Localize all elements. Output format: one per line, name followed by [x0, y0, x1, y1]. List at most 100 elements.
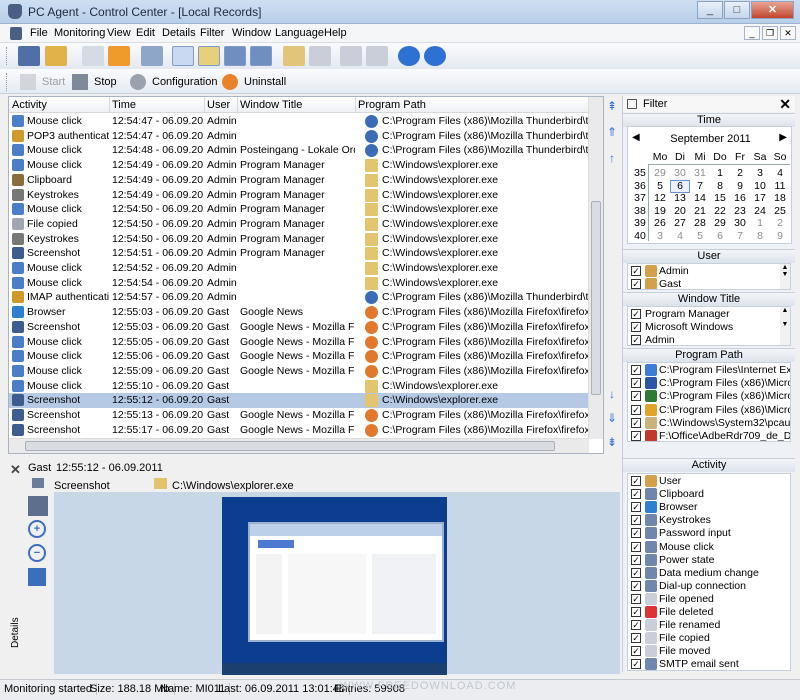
- time-section-header[interactable]: Time: [623, 113, 795, 127]
- delete-icon[interactable]: [108, 46, 130, 66]
- window-title-section-header[interactable]: Window Title: [623, 292, 795, 306]
- calendar-day[interactable]: 25: [770, 205, 790, 217]
- calendar-day[interactable]: 6: [670, 179, 690, 193]
- menu-help[interactable]: Help: [324, 27, 347, 39]
- calendar-day[interactable]: 5: [690, 230, 710, 242]
- table-row[interactable]: Mouse click 12:54:54 - 06.09.2011 Admin C:\…: [9, 276, 589, 291]
- table-row[interactable]: Mouse click 12:55:06 - 06.09.2011 Gast Goog…: [9, 349, 592, 364]
- checkbox[interactable]: ✓: [631, 476, 641, 486]
- details-icon[interactable]: [224, 46, 246, 66]
- checkbox[interactable]: ✓: [631, 417, 641, 428]
- calendar-day[interactable]: 19: [650, 205, 670, 217]
- page-down-icon[interactable]: ⇓: [606, 412, 618, 424]
- calendar-day[interactable]: 17: [750, 192, 770, 204]
- menu-view[interactable]: View: [107, 27, 131, 39]
- checkbox[interactable]: ✓: [631, 279, 641, 289]
- calendar-day[interactable]: 29: [710, 217, 730, 229]
- mdi-restore-button[interactable]: ❐: [762, 26, 778, 40]
- checkbox[interactable]: ✓: [631, 489, 641, 500]
- calendar-day[interactable]: 30: [730, 217, 750, 229]
- open-database-icon[interactable]: [18, 46, 40, 66]
- checkbox[interactable]: ✓: [631, 593, 641, 604]
- mdi-minimize-button[interactable]: _: [744, 26, 760, 40]
- table-row[interactable]: Clipboard 12:54:49 - 06.09.2011 Admin Progr…: [9, 173, 589, 188]
- checkbox[interactable]: ✓: [631, 309, 641, 319]
- calendar[interactable]: ◀ September 2011 ▶ Mo Di Mi Do Fr Sa So 35 29 30 3…: [627, 126, 792, 244]
- menu-language[interactable]: Language: [275, 27, 324, 39]
- table-row[interactable]: File copied 12:54:50 - 06.09.2011 Admin Pro…: [9, 217, 589, 232]
- calendar-day[interactable]: 2: [730, 167, 750, 179]
- filter-close-icon[interactable]: ✕: [779, 96, 791, 113]
- calendar-day[interactable]: 27: [670, 217, 690, 229]
- calendar-day[interactable]: 1: [750, 217, 770, 229]
- calendar-day[interactable]: 11: [770, 180, 790, 192]
- checkbox[interactable]: ✓: [631, 528, 641, 539]
- filter-icon[interactable]: [172, 46, 194, 66]
- calendar-day[interactable]: 22: [710, 205, 730, 217]
- checkbox[interactable]: ✓: [631, 541, 641, 552]
- checkbox[interactable]: ✓: [631, 365, 641, 375]
- configuration-button[interactable]: Configuration: [130, 73, 217, 91]
- table-row[interactable]: Mouse click 12:55:10 - 06.09.2011 Gast C:\W…: [9, 379, 589, 394]
- calendar-day[interactable]: 8: [750, 230, 770, 242]
- refresh-icon[interactable]: [250, 46, 272, 66]
- user-section-header[interactable]: User: [623, 249, 795, 263]
- menu-details[interactable]: Details: [162, 27, 196, 39]
- menu-file[interactable]: File: [30, 27, 48, 39]
- zoom-in-icon[interactable]: +: [28, 520, 46, 538]
- stop-button[interactable]: Stop: [72, 73, 117, 91]
- col-time[interactable]: Time: [112, 99, 136, 111]
- calendar-day[interactable]: 4: [770, 167, 790, 179]
- table-row[interactable]: Browser 12:55:03 - 06.09.2011 Gast Google N…: [9, 305, 592, 320]
- table-row[interactable]: Mouse click 12:55:09 - 06.09.2011 Gast Goog…: [9, 364, 592, 379]
- checkbox[interactable]: ✓: [631, 620, 641, 631]
- lightbulb-icon[interactable]: [198, 46, 220, 66]
- calendar-day[interactable]: 3: [650, 230, 670, 242]
- menu-edit[interactable]: Edit: [136, 27, 155, 39]
- calendar-day[interactable]: 12: [650, 192, 670, 204]
- zoom-out-icon[interactable]: −: [28, 544, 46, 562]
- screenshot-image[interactable]: [222, 497, 447, 675]
- calendar-day[interactable]: 15: [710, 192, 730, 204]
- export-icon[interactable]: [283, 46, 305, 66]
- calendar-day[interactable]: 20: [670, 205, 690, 217]
- mdi-close-button[interactable]: ✕: [780, 26, 796, 40]
- maximize-button[interactable]: □: [724, 1, 750, 19]
- calendar-day[interactable]: 9: [770, 230, 790, 242]
- table-row[interactable]: Screenshot 12:54:51 - 06.09.2011 Admin Prog…: [9, 246, 589, 261]
- calendar-day[interactable]: 26: [650, 217, 670, 229]
- checkbox[interactable]: ✓: [631, 322, 641, 332]
- calendar-day[interactable]: 30: [670, 167, 690, 179]
- checkbox[interactable]: ✓: [631, 659, 641, 670]
- help-icon[interactable]: [424, 46, 446, 66]
- checkbox[interactable]: ✓: [631, 378, 641, 389]
- checkbox[interactable]: ✓: [631, 607, 641, 617]
- next-month-icon[interactable]: ▶: [779, 132, 787, 143]
- calendar-day[interactable]: 18: [770, 192, 790, 204]
- previous-record-icon[interactable]: ↑: [606, 152, 618, 164]
- open-folder-icon[interactable]: [45, 46, 67, 66]
- calendar-day[interactable]: 24: [750, 205, 770, 217]
- checkbox[interactable]: ✓: [631, 554, 641, 565]
- calendar-day[interactable]: 2: [770, 217, 790, 229]
- table-row[interactable]: Mouse click 12:55:05 - 06.09.2011 Gast Goog…: [9, 335, 592, 350]
- table-row[interactable]: Screenshot 12:55:17 - 06.09.2011 Gast Googl…: [9, 423, 592, 438]
- table-row[interactable]: Screenshot 12:55:12 - 06.09.2011 Gast C:\Wi…: [9, 393, 589, 409]
- calendar-day[interactable]: 7: [690, 180, 710, 192]
- col-user[interactable]: User: [207, 99, 230, 111]
- menu-window[interactable]: Window: [232, 27, 271, 39]
- page-up-icon[interactable]: ⇑: [606, 126, 618, 138]
- calendar-day[interactable]: 8: [710, 180, 730, 192]
- calendar-day[interactable]: 6: [710, 230, 730, 242]
- records-grid[interactable]: Activity Time User Window Title Program …: [8, 96, 604, 454]
- checkbox[interactable]: ✓: [631, 502, 641, 513]
- checkbox[interactable]: ✓: [631, 335, 641, 345]
- calendar-day[interactable]: 7: [730, 230, 750, 242]
- calendar-day[interactable]: 9: [730, 180, 750, 192]
- calendar-day[interactable]: 3: [750, 167, 770, 179]
- save-icon[interactable]: [82, 46, 104, 66]
- minimize-button[interactable]: _: [697, 1, 723, 19]
- menu-filter[interactable]: Filter: [200, 27, 224, 39]
- start-button[interactable]: Start: [20, 73, 65, 91]
- table-row[interactable]: Mouse click 12:54:47 - 06.09.2011 Admin C:\…: [9, 114, 592, 129]
